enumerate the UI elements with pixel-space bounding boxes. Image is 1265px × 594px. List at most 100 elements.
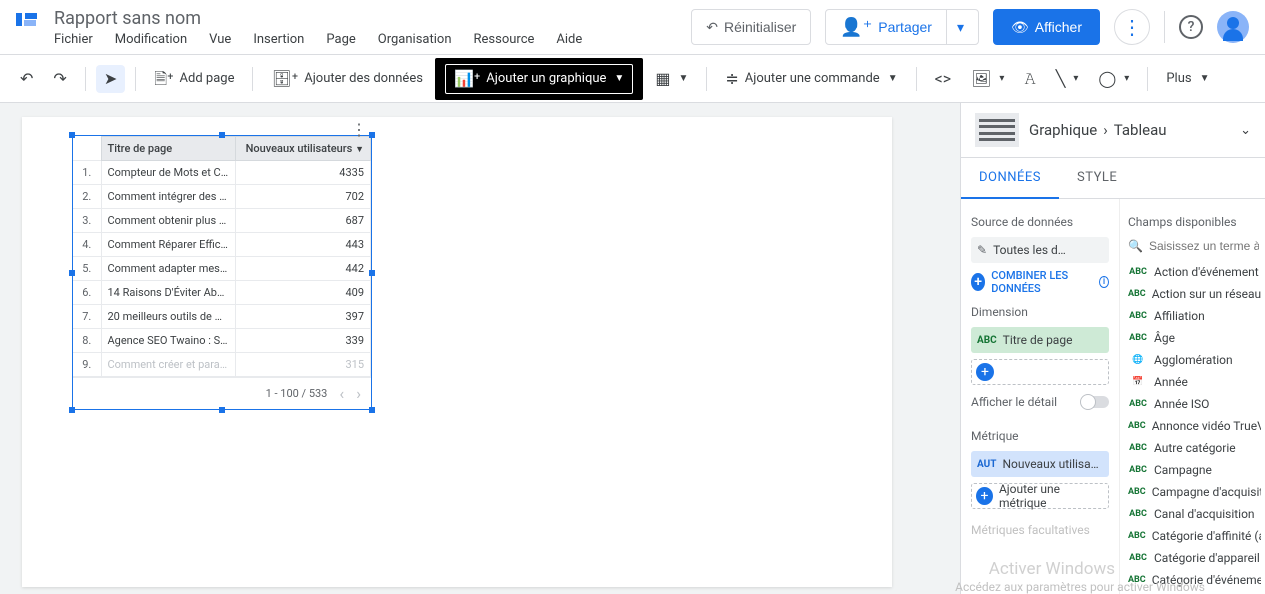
- source-label: Source de données: [971, 215, 1109, 229]
- row-value: 702: [235, 185, 370, 209]
- table-row[interactable]: 8. Agence SEO Twaino : Spécia… 339: [73, 329, 371, 353]
- add-page-button[interactable]: 🗎⁺ Add page: [146, 65, 242, 93]
- add-chart-button[interactable]: 📊⁺ Ajouter un graphique ▼: [445, 64, 633, 94]
- line-icon: ╲: [1056, 71, 1066, 87]
- field-item[interactable]: ABCCampagne: [1128, 459, 1261, 481]
- selection-tool[interactable]: ➤: [96, 65, 125, 93]
- cursor-icon: ➤: [104, 71, 117, 87]
- menu-page[interactable]: Page: [326, 32, 355, 47]
- account-avatar[interactable]: [1217, 11, 1249, 43]
- scrollbar[interactable]: [960, 103, 961, 594]
- embed-button[interactable]: <>: [927, 65, 960, 93]
- resize-handle[interactable]: [69, 270, 75, 276]
- image-icon: 🖼: [971, 71, 991, 87]
- add-data-button[interactable]: 🗄⁺ Ajouter des données: [263, 65, 430, 93]
- table-row[interactable]: 9. Comment créer et paramétr… 315: [73, 353, 371, 377]
- field-item[interactable]: ABCAutre catégorie: [1128, 437, 1261, 459]
- table-row[interactable]: 5. Comment adapter mes page… 442: [73, 257, 371, 281]
- tab-style[interactable]: STYLE: [1059, 158, 1135, 198]
- metric-pill[interactable]: AUT Nouveaux utilisa…: [971, 451, 1109, 477]
- row-index: 5.: [73, 257, 101, 281]
- row-index: 6.: [73, 281, 101, 305]
- field-item[interactable]: ABCCampagne d'acquisiti…: [1128, 481, 1261, 503]
- resize-handle[interactable]: [69, 407, 75, 413]
- menu-resource[interactable]: Ressource: [474, 32, 535, 47]
- line-button[interactable]: ╲▾: [1048, 65, 1087, 93]
- dimension-pill[interactable]: ABC Titre de page: [971, 327, 1109, 353]
- more-tools-button[interactable]: Plus ▼: [1158, 65, 1217, 92]
- doc-title[interactable]: Rapport sans nom: [54, 8, 691, 30]
- table-row[interactable]: 6. 14 Raisons D'Éviter Absolum… 409: [73, 281, 371, 305]
- resize-handle[interactable]: [369, 407, 375, 413]
- column-header[interactable]: Nouveaux utilisateurs ▼: [235, 137, 370, 161]
- field-type-badge: 📅: [1128, 377, 1148, 387]
- resize-handle[interactable]: [219, 132, 225, 138]
- table-row[interactable]: 3. Comment obtenir plus de vu… 687: [73, 209, 371, 233]
- reset-button[interactable]: ↶ Réinitialiser: [691, 9, 811, 45]
- table-row[interactable]: 7. 20 meilleurs outils de mots c… 397: [73, 305, 371, 329]
- image-button[interactable]: 🖼▾: [963, 65, 1012, 93]
- field-item[interactable]: ABCCatégorie d'appareil: [1128, 547, 1261, 569]
- field-item[interactable]: ABCCatégorie d'événemen…: [1128, 569, 1261, 591]
- shape-button[interactable]: ◯▾: [1090, 65, 1137, 93]
- search-input[interactable]: [1149, 239, 1259, 253]
- field-item[interactable]: 📅Année: [1128, 371, 1261, 393]
- field-label: Âge: [1154, 331, 1175, 345]
- menu-insert[interactable]: Insertion: [253, 32, 304, 47]
- chart-type-icon[interactable]: [975, 113, 1019, 147]
- help-button[interactable]: ?: [1179, 15, 1203, 39]
- more-vert-icon[interactable]: ⋮: [351, 120, 367, 139]
- sort-down-icon: ▼: [355, 145, 364, 155]
- separator: [706, 67, 707, 91]
- field-item[interactable]: ABCAffiliation: [1128, 305, 1261, 327]
- field-item[interactable]: ABCCanal d'acquisition: [1128, 503, 1261, 525]
- menu-edit[interactable]: Modification: [115, 32, 187, 47]
- field-item[interactable]: ABCAction d'événement: [1128, 261, 1261, 283]
- toggle-detail[interactable]: [1081, 396, 1109, 408]
- more-vert-icon: ⋮: [1122, 15, 1142, 39]
- menu-file[interactable]: Fichier: [54, 32, 93, 47]
- prev-page-icon[interactable]: ‹: [339, 384, 344, 403]
- view-button[interactable]: 👁 Afficher: [993, 9, 1100, 45]
- next-page-icon[interactable]: ›: [356, 384, 361, 403]
- table-row[interactable]: 4. Comment Réparer Efficacem… 443: [73, 233, 371, 257]
- person-plus-icon: 👤⁺: [840, 17, 872, 38]
- canvas-area[interactable]: ⋮ Titre de page Nouveaux utilisateurs ▼: [0, 103, 960, 594]
- text-button[interactable]: 𝙰: [1016, 65, 1043, 93]
- data-source-pill[interactable]: ✎ Toutes les d…: [971, 237, 1109, 263]
- table-row[interactable]: 2. Comment intégrer des polic… 702: [73, 185, 371, 209]
- redo-button[interactable]: ↷: [45, 65, 74, 93]
- more-options-button[interactable]: ⋮: [1114, 9, 1150, 45]
- separator: [916, 67, 917, 91]
- chevron-down-icon[interactable]: ⌄: [1240, 123, 1251, 138]
- field-item[interactable]: ABCÂge: [1128, 327, 1261, 349]
- eye-icon: 👁: [1011, 19, 1029, 36]
- add-dimension-button[interactable]: +: [971, 359, 1109, 385]
- add-control-button[interactable]: ≑ Ajouter une commande ▼: [717, 65, 905, 93]
- resize-handle[interactable]: [219, 407, 225, 413]
- field-label: Campagne d'acquisiti…: [1152, 485, 1261, 499]
- report-page[interactable]: ⋮ Titre de page Nouveaux utilisateurs ▼: [22, 117, 892, 587]
- field-item[interactable]: ABCCatégorie d'affinité (a…: [1128, 525, 1261, 547]
- tab-data[interactable]: DONNÉES: [961, 158, 1059, 199]
- table-row[interactable]: 1. Compteur de Mots et Caract… 4335: [73, 161, 371, 185]
- field-search[interactable]: 🔍: [1128, 237, 1261, 261]
- chevron-down-icon[interactable]: ▾: [946, 10, 964, 44]
- divider: [1164, 11, 1165, 43]
- share-button[interactable]: 👤⁺ Partager ▾: [825, 9, 979, 45]
- resize-handle[interactable]: [369, 270, 375, 276]
- field-item[interactable]: ABCAction sur un réseau …: [1128, 283, 1261, 305]
- column-header[interactable]: Titre de page: [101, 137, 235, 161]
- field-item[interactable]: 🌐Agglomération: [1128, 349, 1261, 371]
- undo-button[interactable]: ↶: [12, 65, 41, 93]
- field-label: Annonce vidéo TrueVi…: [1152, 419, 1261, 433]
- menu-view[interactable]: Vue: [209, 32, 231, 47]
- combine-data-link[interactable]: + COMBINER LES DONNÉES i: [971, 269, 1109, 295]
- field-item[interactable]: ABCAnnonce vidéo TrueVi…: [1128, 415, 1261, 437]
- community-button[interactable]: ▦▼: [647, 65, 696, 93]
- menu-help[interactable]: Aide: [556, 32, 582, 47]
- table-chart-selected[interactable]: ⋮ Titre de page Nouveaux utilisateurs ▼: [72, 135, 372, 410]
- field-item[interactable]: ABCAnnée ISO: [1128, 393, 1261, 415]
- add-metric-button[interactable]: + Ajouter une métrique: [971, 483, 1109, 509]
- menu-arrange[interactable]: Organisation: [378, 32, 452, 47]
